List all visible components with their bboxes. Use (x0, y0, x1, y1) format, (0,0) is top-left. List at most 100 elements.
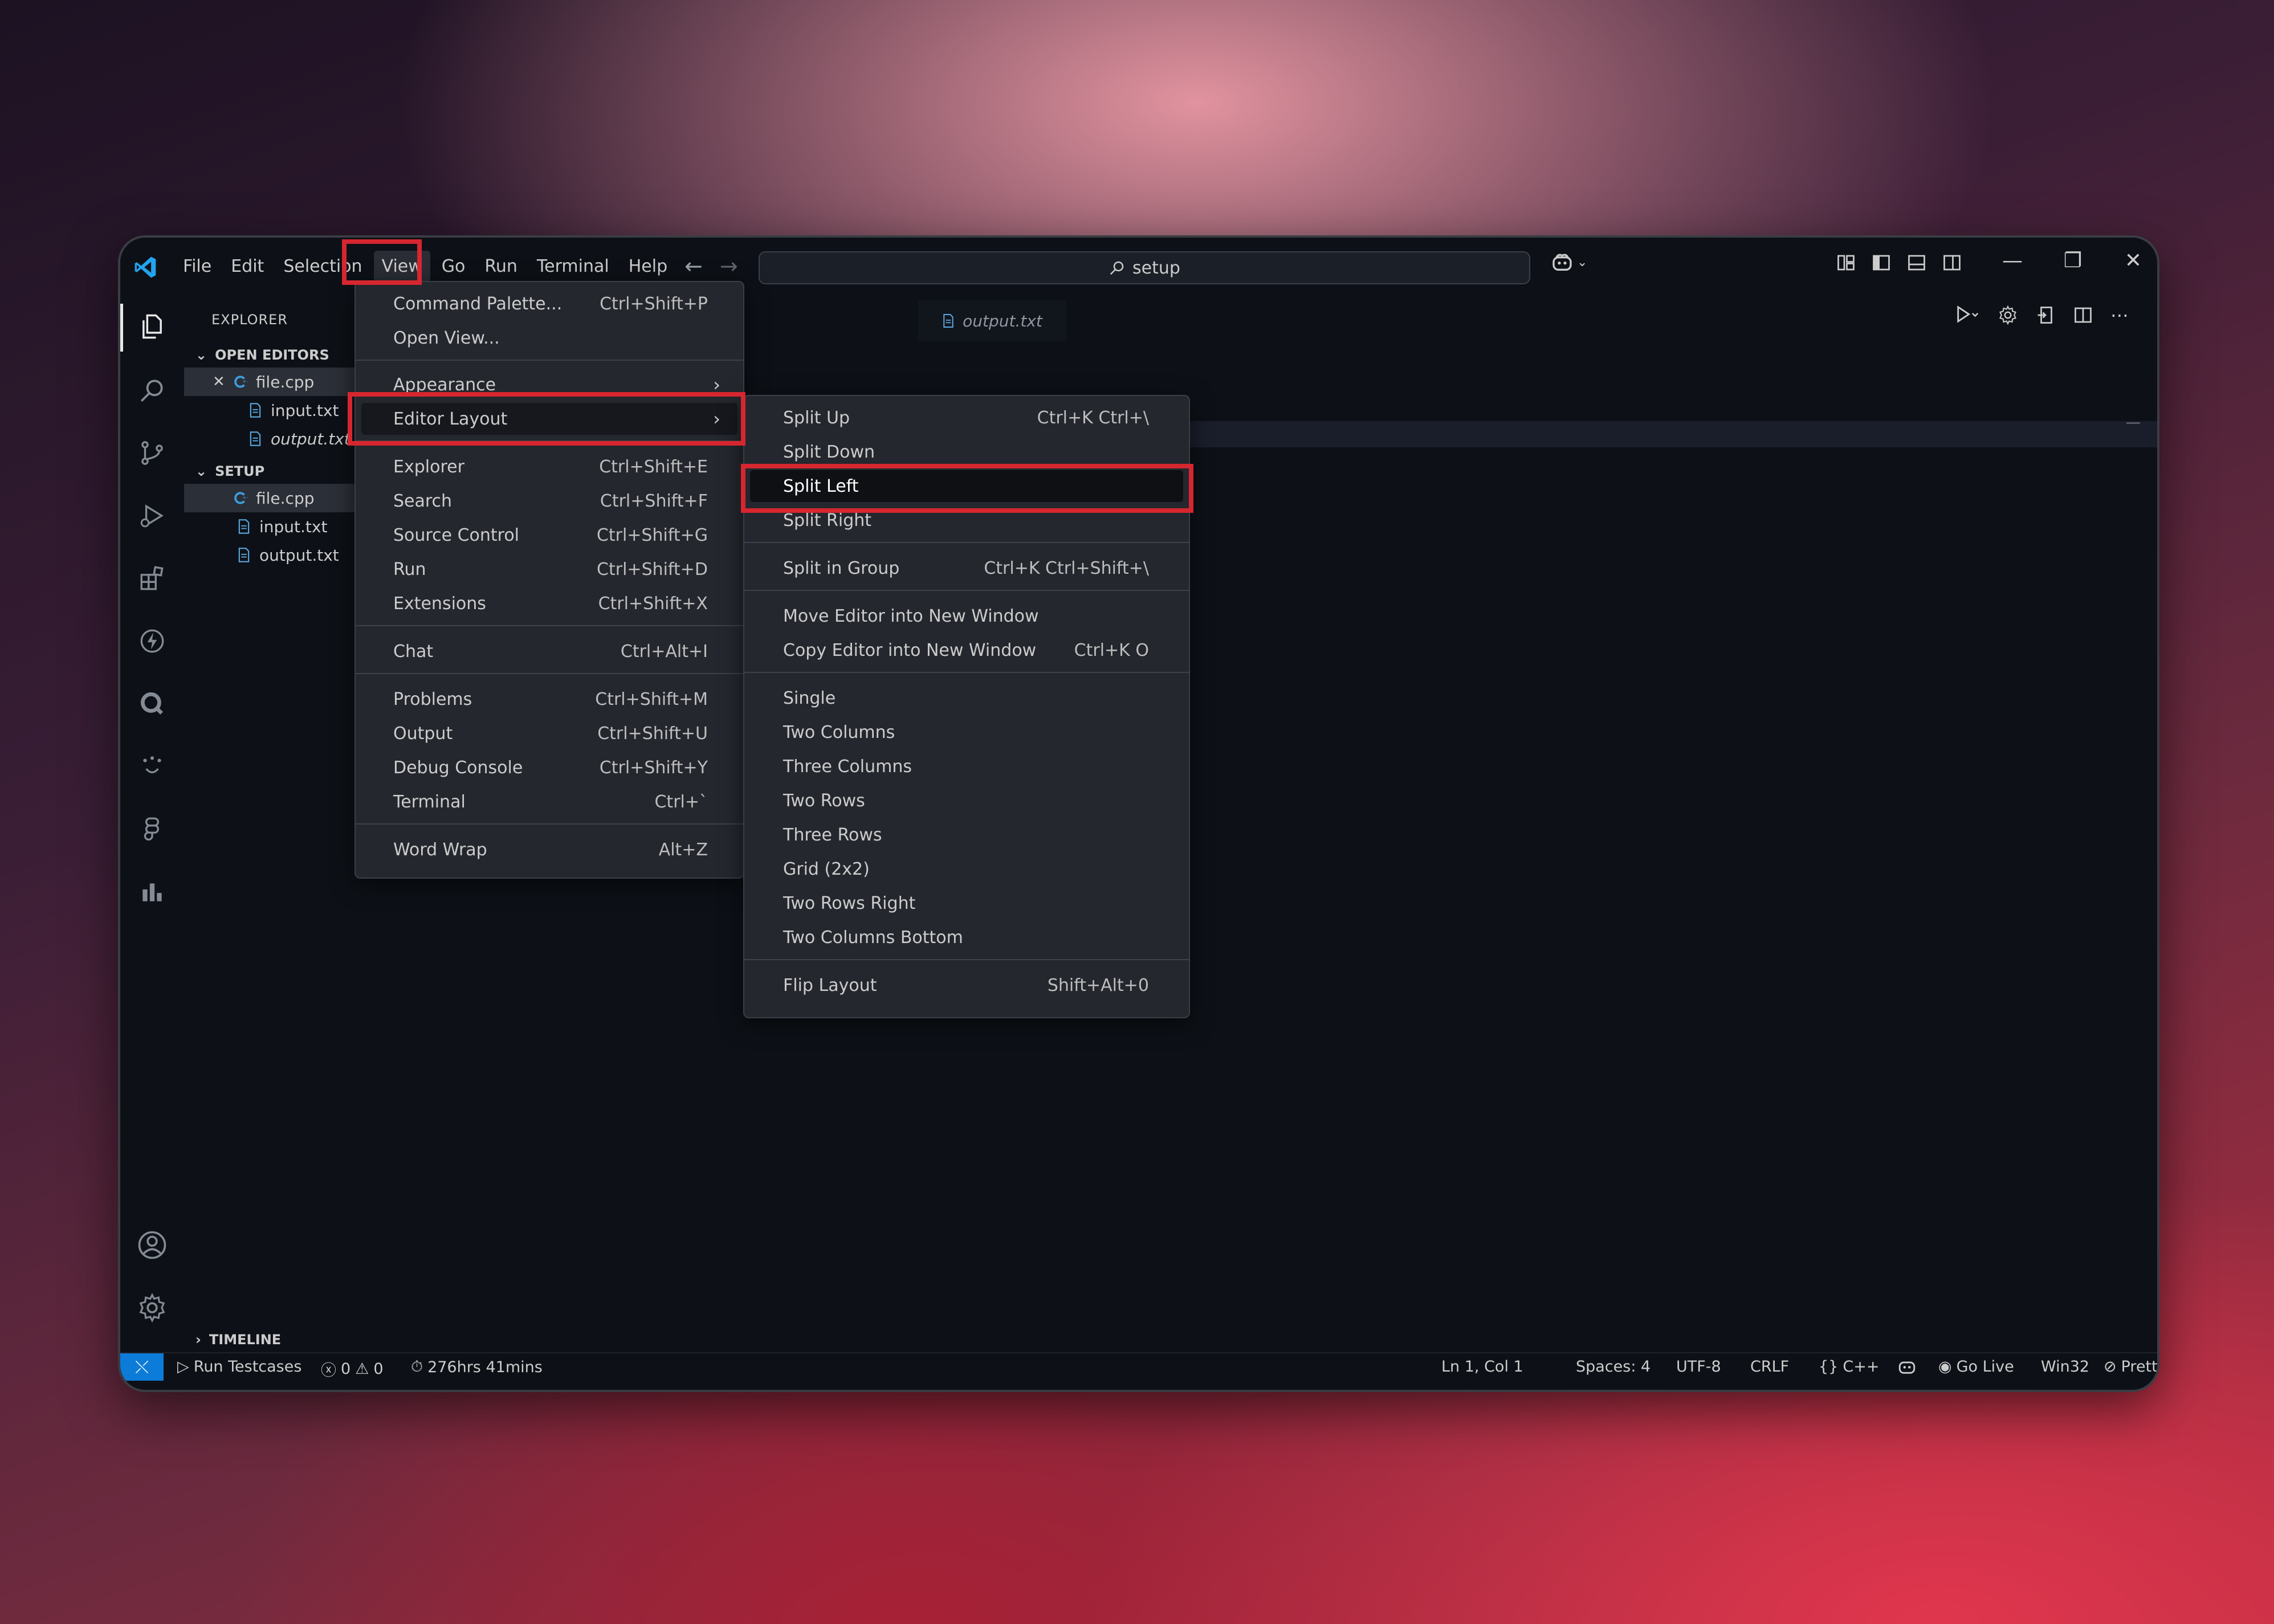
editor-tab[interactable]: output.txt (918, 300, 1066, 341)
prettier-status[interactable]: ⊘ Prettier (2104, 1358, 2158, 1376)
figma-icon[interactable] (136, 813, 168, 845)
command-center-search[interactable]: setup (759, 251, 1530, 284)
gear-icon[interactable] (136, 1292, 168, 1324)
toggle-panel-icon[interactable] (1906, 252, 1927, 273)
toggle-sidebar-icon[interactable] (1871, 252, 1892, 273)
source-control-icon[interactable] (136, 437, 168, 469)
menu-item-shortcut: Ctrl+Alt+I (620, 641, 708, 662)
customize-layout-icon[interactable] (1836, 252, 1856, 273)
run-icon[interactable] (1955, 304, 1980, 327)
account-icon[interactable] (136, 1229, 168, 1261)
menu-item-run[interactable]: Run Ctrl+Shift+D (361, 553, 737, 585)
menu-item-split-right[interactable]: Split Right (750, 504, 1183, 536)
chevron-right-icon: › (713, 408, 720, 430)
platform[interactable]: Win32 (2041, 1358, 2089, 1376)
search-icon[interactable] (136, 374, 168, 406)
menu-separator (356, 440, 743, 442)
gear-icon[interactable] (1998, 305, 2018, 325)
copilot-status[interactable] (1897, 1358, 1917, 1375)
menu-item-split-in-group[interactable]: Split in Group Ctrl+K Ctrl+Shift+\ (750, 552, 1183, 584)
menu-item-search[interactable]: Search Ctrl+Shift+F (361, 485, 737, 517)
open-editors-label: OPEN EDITORS (215, 347, 329, 363)
chart-icon[interactable] (136, 876, 168, 908)
menu-run[interactable]: Run (476, 251, 525, 282)
menu-selection[interactable]: Selection (275, 251, 370, 282)
back-arrow-icon[interactable]: ← (684, 254, 703, 279)
menu-item-single[interactable]: Single (750, 682, 1183, 714)
language-mode[interactable]: {} C++ (1819, 1358, 1879, 1376)
toggle-secondary-sidebar-icon[interactable] (1942, 252, 1962, 273)
remote-indicator[interactable]: ⤬ (120, 1353, 164, 1381)
menu-item-shortcut: Ctrl+Shift+U (597, 723, 708, 744)
copilot-menu[interactable]: ⌄ (1551, 252, 1587, 272)
menu-item-word-wrap[interactable]: Word Wrap Alt+Z (361, 834, 737, 866)
menu-item-flip-layout[interactable]: Flip Layout Shift+Alt+0 (750, 969, 1183, 1001)
cursor-position[interactable]: Ln 1, Col 1 (1441, 1358, 1523, 1376)
time-tracker[interactable]: ⏱ 276hrs 41mins (411, 1358, 543, 1376)
menu-item-two-rows-right[interactable]: Two Rows Right (750, 887, 1183, 919)
menu-item-appearance[interactable]: Appearance › (361, 369, 737, 401)
menu-file[interactable]: File (175, 251, 219, 282)
menu-item-three-columns[interactable]: Three Columns (750, 750, 1183, 782)
menu-item-move-editor-new-window[interactable]: Move Editor into New Window (750, 600, 1183, 632)
line-ending-text: CRLF (1750, 1358, 1790, 1376)
menu-terminal[interactable]: Terminal (529, 251, 617, 282)
line-ending[interactable]: CRLF (1750, 1358, 1789, 1376)
run-debug-icon[interactable] (136, 500, 168, 532)
go-live-button[interactable]: ◉ Go Live (1938, 1358, 2014, 1376)
indentation[interactable]: Spaces: 4 (1576, 1358, 1651, 1376)
menu-view[interactable]: View (373, 250, 430, 282)
menu-item-terminal[interactable]: Terminal Ctrl+` (361, 786, 737, 818)
menu-item-copy-editor-new-window[interactable]: Copy Editor into New Window Ctrl+K O (750, 634, 1183, 666)
close-icon[interactable]: ✕ (213, 373, 225, 390)
setup-folder-header[interactable]: ⌄ SETUP (195, 463, 264, 479)
encoding[interactable]: UTF-8 (1676, 1358, 1721, 1376)
window-controls: — ❐ ✕ (1995, 249, 2150, 272)
menu-item-two-rows[interactable]: Two Rows (750, 785, 1183, 817)
error-count: 0 (341, 1360, 351, 1378)
timeline-header[interactable]: › TIMELINE (195, 1332, 281, 1348)
menu-item-explorer[interactable]: Explorer Ctrl+Shift+E (361, 451, 737, 483)
menu-item-split-left[interactable]: Split Left (750, 470, 1183, 502)
menu-item-open-view[interactable]: Open View... (361, 322, 737, 354)
run-testcases-label: Run Testcases (193, 1358, 302, 1376)
search-icon (1110, 261, 1124, 275)
menu-item-source-control[interactable]: Source Control Ctrl+Shift+G (361, 519, 737, 551)
menu-item-extensions[interactable]: Extensions Ctrl+Shift+X (361, 587, 737, 619)
menu-item-label: Source Control (393, 525, 520, 545)
menu-item-output[interactable]: Output Ctrl+Shift+U (361, 717, 737, 749)
menu-item-problems[interactable]: Problems Ctrl+Shift+M (361, 683, 737, 715)
menu-item-two-columns[interactable]: Two Columns (750, 716, 1183, 748)
prettier-label: Prettier (2121, 1358, 2158, 1376)
menu-item-chat[interactable]: Chat Ctrl+Alt+I (361, 635, 737, 667)
menu-item-label: Editor Layout (393, 409, 508, 429)
menu-item-shortcut: Ctrl+Shift+M (595, 689, 708, 709)
close-icon[interactable]: ✕ (2116, 249, 2150, 272)
text-file-icon (248, 402, 263, 419)
problems-indicator[interactable]: ⓧ 0 ⚠ 0 (321, 1358, 384, 1380)
menu-item-split-down[interactable]: Split Down (750, 436, 1183, 468)
menu-edit[interactable]: Edit (223, 251, 272, 282)
run-testcases[interactable]: ▷ Run Testcases (177, 1358, 301, 1376)
menu-item-split-up[interactable]: Split Up Ctrl+K Ctrl+\ (750, 402, 1183, 434)
menu-item-grid[interactable]: Grid (2x2) (750, 853, 1183, 885)
open-editors-header[interactable]: ⌄ OPEN EDITORS (195, 347, 329, 363)
explorer-icon[interactable] (136, 311, 168, 342)
more-actions-icon[interactable]: ⋯ (2110, 304, 2129, 326)
testing-icon[interactable] (136, 750, 168, 782)
lightning-icon[interactable] (136, 625, 168, 657)
menu-help[interactable]: Help (621, 251, 675, 282)
minimize-icon[interactable]: — (1995, 249, 2030, 272)
menu-item-editor-layout[interactable]: Editor Layout › (361, 403, 737, 435)
split-editor-icon[interactable] (2073, 305, 2093, 325)
restore-icon[interactable]: ❐ (2056, 249, 2090, 272)
menu-item-debug-console[interactable]: Debug Console Ctrl+Shift+Y (361, 752, 737, 784)
menu-go[interactable]: Go (434, 251, 474, 282)
extensions-icon[interactable] (136, 562, 168, 594)
menu-item-three-rows[interactable]: Three Rows (750, 819, 1183, 851)
menu-item-command-palette[interactable]: Command Palette... Ctrl+Shift+P (361, 288, 737, 320)
menu-item-two-columns-bottom[interactable]: Two Columns Bottom (750, 921, 1183, 953)
open-file-icon[interactable] (2035, 305, 2056, 325)
forward-arrow-icon[interactable]: → (720, 254, 738, 279)
quokka-icon[interactable] (136, 688, 168, 720)
